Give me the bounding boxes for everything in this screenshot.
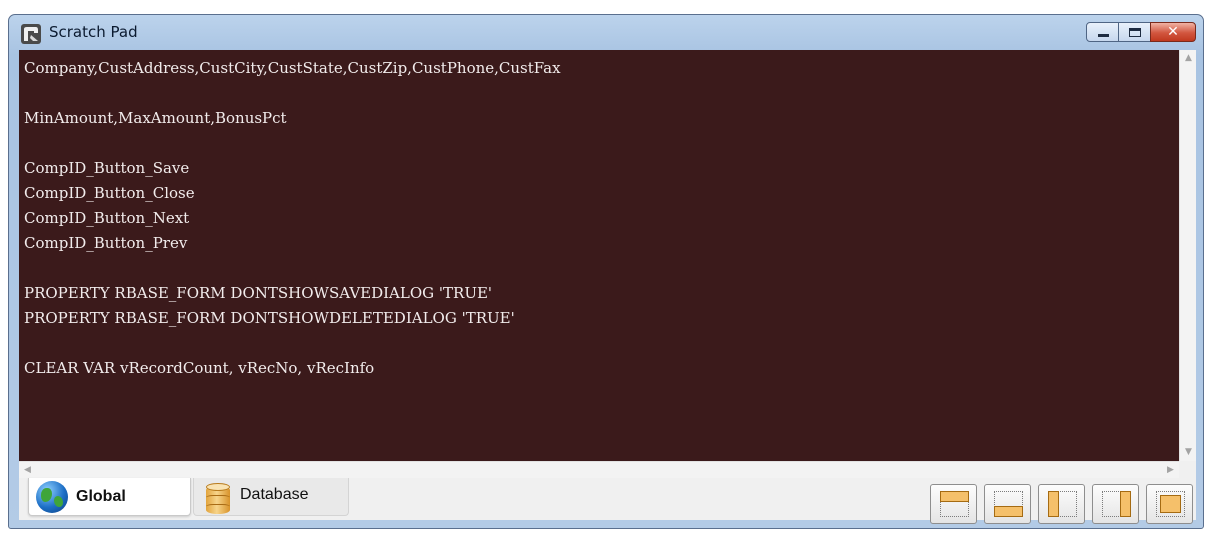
layout-buttons	[930, 484, 1193, 524]
code-line[interactable]: CompID_Button_Next	[24, 206, 1179, 231]
tab-global[interactable]: Global	[28, 478, 191, 516]
code-line[interactable]: CompID_Button_Save	[24, 156, 1179, 181]
caption-buttons: ✕	[1086, 22, 1196, 44]
horizontal-scrollbar[interactable]: ◀ ▶	[19, 461, 1179, 478]
scratch-pad-window: Scratch Pad ✕ Company,CustAddress,CustCi…	[8, 14, 1204, 529]
code-editor[interactable]: Company,CustAddress,CustCity,CustState,C…	[19, 50, 1179, 461]
code-line[interactable]	[24, 256, 1179, 281]
window-title: Scratch Pad	[49, 23, 138, 41]
dock-left-button[interactable]	[1038, 484, 1085, 524]
minimize-icon	[1098, 34, 1109, 37]
dock-top-button[interactable]	[930, 484, 977, 524]
code-line[interactable]: CompID_Button_Close	[24, 181, 1179, 206]
close-button[interactable]: ✕	[1150, 22, 1196, 42]
dock-right-button[interactable]	[1092, 484, 1139, 524]
maximize-button[interactable]	[1118, 22, 1151, 42]
scroll-left-icon[interactable]: ◀	[19, 462, 36, 479]
title-bar[interactable]: Scratch Pad ✕	[9, 15, 1203, 51]
tab-database-label: Database	[240, 486, 309, 503]
code-line[interactable]: PROPERTY RBASE_FORM DONTSHOWDELETEDIALOG…	[24, 306, 1179, 331]
code-line[interactable]: PROPERTY RBASE_FORM DONTSHOWSAVEDIALOG '…	[24, 281, 1179, 306]
maximize-icon	[1129, 28, 1141, 37]
code-line[interactable]	[24, 131, 1179, 156]
app-icon	[21, 24, 41, 44]
code-line[interactable]	[24, 331, 1179, 356]
scroll-up-icon[interactable]: ▲	[1180, 50, 1197, 67]
scrollbar-corner	[1179, 461, 1196, 478]
minimize-button[interactable]	[1086, 22, 1119, 42]
tab-global-label: Global	[76, 487, 126, 505]
vertical-scrollbar[interactable]: ▲ ▼	[1179, 50, 1196, 461]
scroll-down-icon[interactable]: ▼	[1180, 444, 1197, 461]
globe-icon	[36, 480, 68, 513]
tab-database[interactable]: Database	[193, 478, 349, 516]
scroll-right-icon[interactable]: ▶	[1162, 462, 1179, 479]
client-area: Company,CustAddress,CustCity,CustState,C…	[19, 50, 1196, 524]
code-line[interactable]	[24, 81, 1179, 106]
code-line[interactable]: CLEAR VAR vRecordCount, vRecNo, vRecInfo	[24, 356, 1179, 381]
code-line[interactable]: CompID_Button_Prev	[24, 231, 1179, 256]
bottom-bar: Global Database	[19, 478, 1196, 524]
code-line[interactable]: MinAmount,MaxAmount,BonusPct	[24, 106, 1179, 131]
dock-bottom-button[interactable]	[984, 484, 1031, 524]
database-icon	[206, 483, 230, 517]
close-icon: ✕	[1167, 24, 1179, 40]
code-text[interactable]: Company,CustAddress,CustCity,CustState,C…	[19, 50, 1179, 381]
code-line[interactable]: Company,CustAddress,CustCity,CustState,C…	[24, 56, 1179, 81]
dock-fill-button[interactable]	[1146, 484, 1193, 524]
